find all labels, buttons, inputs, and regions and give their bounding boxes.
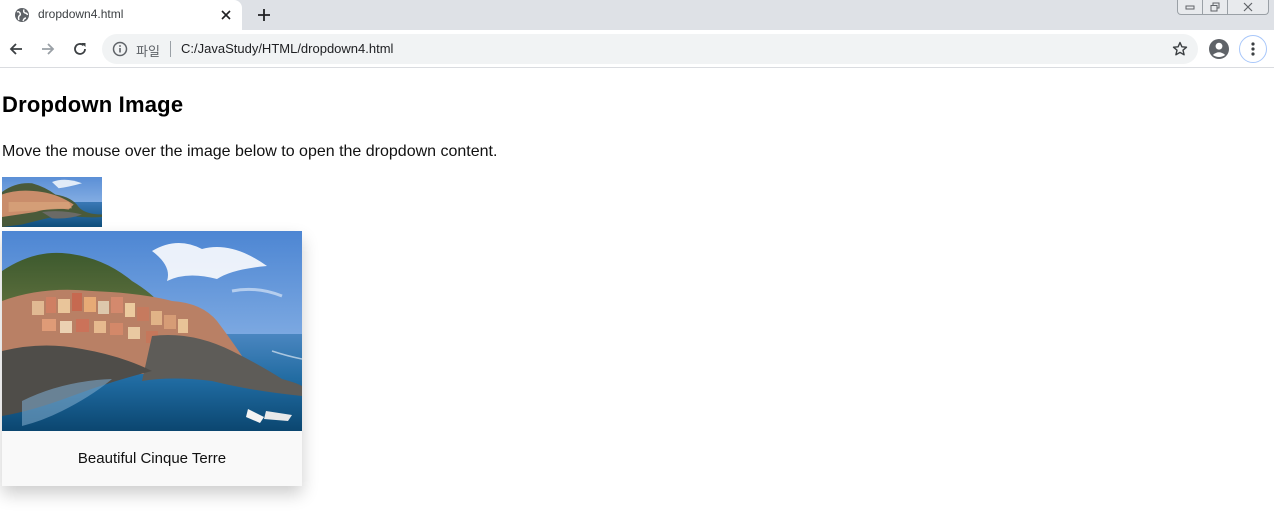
dropdown-image [2, 231, 302, 431]
url-text[interactable]: C:/JavaStudy/HTML/dropdown4.html [181, 41, 393, 56]
browser-tab[interactable]: dropdown4.html [0, 0, 242, 30]
page-title: Dropdown Image [2, 92, 184, 117]
kebab-menu-icon[interactable] [1239, 35, 1267, 63]
info-icon[interactable] [112, 41, 128, 57]
close-icon[interactable] [216, 5, 236, 25]
close-icon[interactable] [1227, 0, 1269, 15]
address-bar[interactable]: 파일 C:/JavaStudy/HTML/dropdown4.html [102, 34, 1198, 64]
arrow-left-icon[interactable] [4, 37, 28, 61]
page-content: Dropdown Image Move the mouse over the i… [0, 69, 1274, 531]
plus-icon[interactable] [252, 4, 276, 26]
arrow-right-icon[interactable] [36, 37, 60, 61]
restore-icon[interactable] [1202, 0, 1228, 15]
minimize-icon[interactable] [1177, 0, 1203, 15]
tab-title: dropdown4.html [38, 7, 124, 21]
page-description: Move the mouse over the image below to o… [2, 143, 498, 160]
tab-strip: dropdown4.html [0, 0, 1274, 30]
browser-toolbar: 파일 C:/JavaStudy/HTML/dropdown4.html [0, 30, 1274, 68]
star-icon[interactable] [1170, 39, 1190, 59]
dropdown-caption: Beautiful Cinque Terre [77, 450, 227, 467]
scheme-label: 파일 [136, 45, 160, 60]
globe-icon [14, 7, 30, 23]
dropdown-content: Beautiful Cinque Terre [2, 231, 302, 486]
account-circle-icon[interactable] [1208, 38, 1230, 60]
thumbnail-image[interactable] [2, 177, 102, 227]
address-separator [170, 41, 171, 57]
reload-icon[interactable] [68, 37, 92, 61]
